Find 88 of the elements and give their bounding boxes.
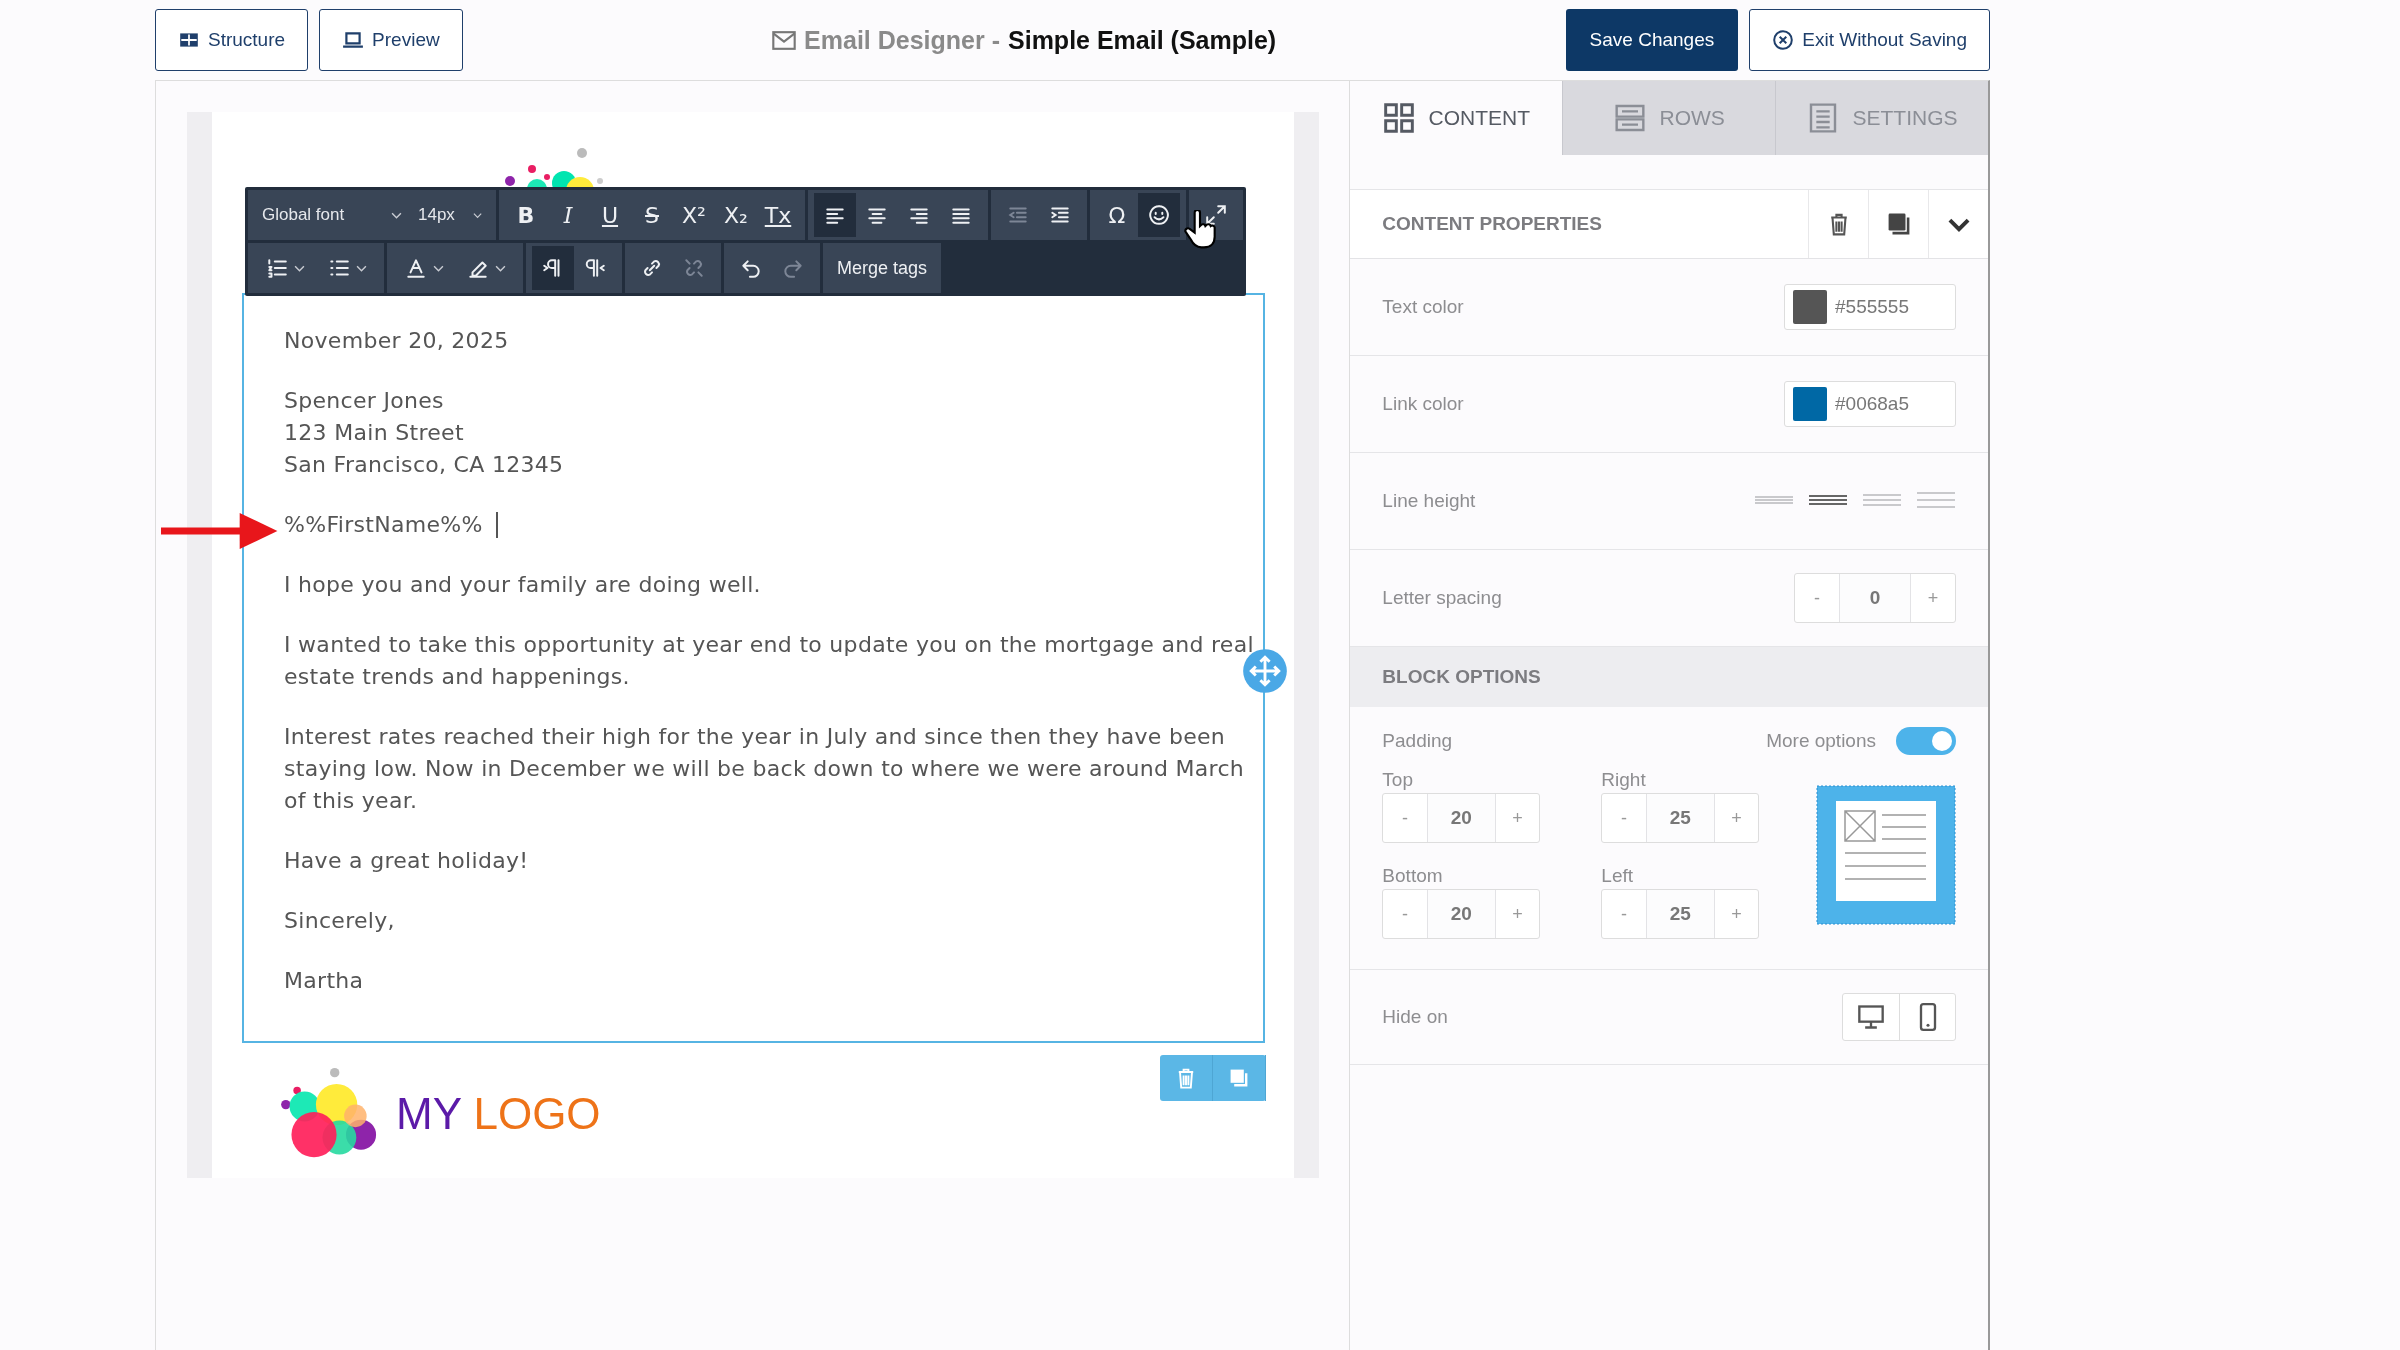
line-spacing-icon bbox=[1916, 489, 1956, 510]
paragraph: Have a great holiday! bbox=[284, 847, 529, 875]
paragraph-ltr-button[interactable] bbox=[532, 246, 574, 290]
color-field[interactable]: #555555 bbox=[1784, 284, 1956, 330]
clear-format-button[interactable]: Tx bbox=[757, 193, 799, 237]
superscript-button[interactable]: X² bbox=[673, 193, 715, 237]
link-icon bbox=[641, 257, 663, 279]
paragraph: I hope you and your family are doing well. bbox=[284, 571, 761, 599]
section-title: BLOCK OPTIONS bbox=[1382, 666, 1541, 688]
logo-text: MY LOGO bbox=[396, 1089, 601, 1139]
section-title: CONTENT PROPERTIES bbox=[1382, 213, 1602, 235]
number-field[interactable]: 20 bbox=[1426, 794, 1496, 842]
decrement-button[interactable]: - bbox=[1602, 890, 1646, 938]
decrement-button[interactable]: - bbox=[1795, 574, 1839, 622]
text-color-icon bbox=[404, 257, 427, 279]
field-label: Hide on bbox=[1382, 1006, 1448, 1028]
decrement-button[interactable]: - bbox=[1383, 890, 1427, 938]
grid-icon bbox=[1382, 102, 1415, 134]
decrement-button[interactable]: - bbox=[1383, 794, 1427, 842]
field-label: Link color bbox=[1382, 393, 1464, 415]
field-label: Left bbox=[1601, 865, 1635, 887]
bold-button[interactable]: B bbox=[505, 193, 547, 237]
hand-cursor-icon bbox=[1184, 210, 1216, 250]
toggle-label: More options bbox=[1766, 730, 1876, 752]
caret-icon bbox=[494, 264, 506, 272]
toggle-switch[interactable] bbox=[1896, 727, 1956, 755]
save-button[interactable]: Save Changes bbox=[1565, 9, 1739, 71]
outdent-icon bbox=[1007, 204, 1029, 226]
strikethrough-button[interactable]: S bbox=[631, 193, 673, 237]
field-label: Letter spacing bbox=[1382, 587, 1502, 609]
unlink-icon bbox=[683, 257, 705, 279]
font-dropdown[interactable]: Global font bbox=[254, 190, 410, 240]
paragraph: I wanted to take this opportunity at year end to update you on the mortgage and real estate trends and happenings. bbox=[284, 631, 1254, 691]
increment-button[interactable]: + bbox=[1714, 890, 1759, 938]
smiley-icon bbox=[1148, 204, 1170, 226]
field-label: Right bbox=[1601, 769, 1647, 791]
field-label: Padding bbox=[1382, 730, 1453, 752]
paragraph: Sincerely, bbox=[284, 907, 395, 935]
panel-tab[interactable]: SETTINGS bbox=[1775, 81, 1988, 155]
paragraph: Interest rates reached their high for the year in July and since then they have been staying low. Now in December we will be back down to where we were around March of this year. bbox=[284, 723, 1245, 815]
undo-icon bbox=[740, 257, 762, 279]
caret-icon bbox=[472, 211, 482, 219]
indent-icon bbox=[1049, 204, 1071, 226]
field-label: Top bbox=[1382, 769, 1414, 791]
envelope-icon bbox=[772, 30, 797, 50]
laptop-icon bbox=[342, 29, 365, 51]
structure-button[interactable]: Structure bbox=[155, 9, 309, 71]
font-size-dropdown[interactable]: 14px bbox=[410, 190, 490, 240]
number-field[interactable]: 20 bbox=[1426, 890, 1496, 938]
desktop-icon bbox=[1857, 1003, 1885, 1031]
increment-button[interactable]: + bbox=[1714, 794, 1759, 842]
bullet-list-icon bbox=[327, 257, 350, 279]
text-cursor bbox=[496, 512, 498, 538]
decrement-button[interactable]: - bbox=[1602, 794, 1646, 842]
collapse-icon bbox=[1205, 204, 1227, 226]
field-label: Bottom bbox=[1382, 865, 1444, 887]
panel-tab[interactable]: ROWS bbox=[1562, 81, 1776, 155]
field-label: Line height bbox=[1382, 490, 1476, 512]
field-label: Text color bbox=[1382, 296, 1464, 318]
caret-icon bbox=[391, 211, 402, 219]
app-title: Email Designer - bbox=[804, 25, 1000, 55]
subscript-button[interactable]: X₂ bbox=[715, 193, 757, 237]
redo-icon bbox=[782, 257, 804, 279]
paragraph: Spencer Jones 123 Main Street San Francisco, CA 12345 bbox=[284, 387, 564, 479]
caret-icon bbox=[293, 264, 305, 272]
close-icon bbox=[1772, 29, 1795, 51]
underline-button[interactable]: U bbox=[589, 193, 631, 237]
paragraph: November 20, 2025 bbox=[284, 327, 509, 355]
paragraph-rtl-icon bbox=[584, 257, 606, 279]
number-field[interactable]: 0 bbox=[1839, 574, 1911, 622]
paragraph: %%FirstName%% bbox=[284, 511, 483, 539]
number-field[interactable]: 25 bbox=[1645, 890, 1715, 938]
rows-icon bbox=[1613, 102, 1646, 134]
increment-button[interactable]: + bbox=[1495, 890, 1540, 938]
document-title: Simple Email (Sample) bbox=[1008, 25, 1277, 55]
numbered-list-icon bbox=[265, 257, 288, 279]
increment-button[interactable]: + bbox=[1911, 574, 1955, 622]
preview-button[interactable]: Preview bbox=[319, 9, 463, 71]
exit-button[interactable]: Exit Without Saving bbox=[1749, 9, 1990, 71]
color-field[interactable]: #0068a5 bbox=[1784, 381, 1956, 427]
align-left-button[interactable] bbox=[814, 193, 856, 237]
italic-button[interactable]: I bbox=[547, 193, 589, 237]
smiley-button[interactable] bbox=[1138, 193, 1180, 237]
caret-icon bbox=[355, 264, 367, 272]
caret-icon bbox=[432, 264, 444, 272]
paragraph: Martha bbox=[284, 967, 364, 995]
number-field[interactable]: 25 bbox=[1645, 794, 1715, 842]
increment-button[interactable]: + bbox=[1495, 794, 1540, 842]
